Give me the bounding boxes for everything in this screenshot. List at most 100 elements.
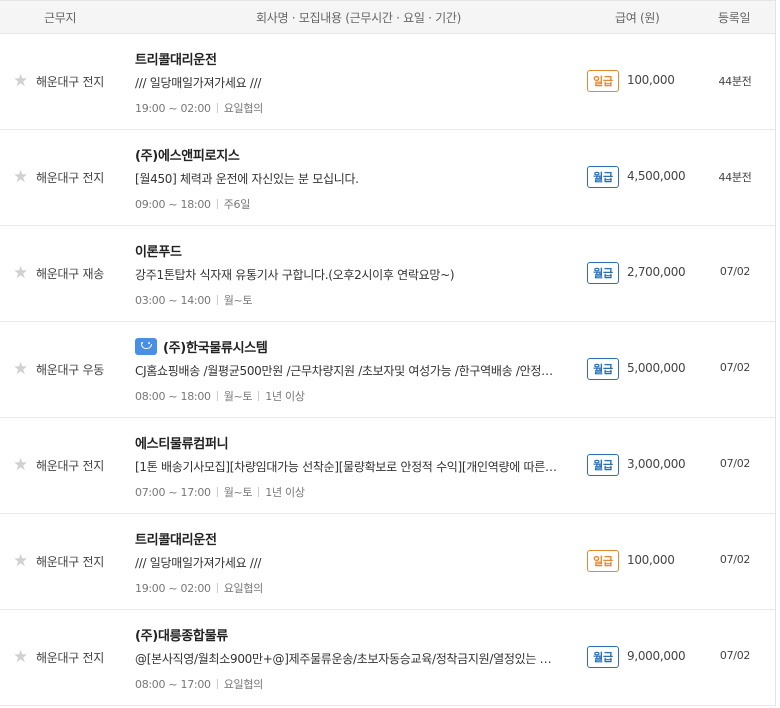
- meta-divider: [216, 103, 218, 113]
- star-icon[interactable]: ★: [13, 73, 30, 90]
- posted-date: 44분전: [718, 75, 752, 88]
- meta-divider: [216, 295, 218, 305]
- star-icon[interactable]: ★: [13, 649, 30, 666]
- work-period: 1년 이상: [265, 390, 305, 403]
- pay-amount: 4,500,000: [627, 169, 686, 183]
- pay-amount: 3,000,000: [627, 457, 686, 471]
- posted-date: 07/02: [719, 265, 751, 278]
- job-meta: 07:00 ~ 17:00 월~토 1년 이상: [135, 484, 305, 500]
- company-name[interactable]: 에스티물류컴퍼니: [135, 433, 229, 452]
- pay-type-badge: 월급: [587, 358, 619, 380]
- meta-divider: [216, 679, 218, 689]
- work-days: 요일협의: [223, 102, 264, 115]
- work-time: 03:00 ~ 14:00: [135, 293, 211, 307]
- company-name[interactable]: 트리콜대리운전: [135, 529, 217, 548]
- table-row[interactable]: ★ 해운대구 전지 (주)대릉종합물류 @[본사직영/월최소900만+@]제주물류운송…: [0, 610, 775, 706]
- company-line: 이론푸드: [135, 240, 182, 260]
- job-list-table: 근무지 회사명 · 모집내용 (근무시간 · 요일 · 기간) 급여 (원) 등…: [0, 0, 776, 706]
- job-title[interactable]: @[본사직영/월최소900만+@]제주물류운송/초보자동승교육/정착금지원/열정…: [135, 650, 560, 667]
- table-row[interactable]: ★ 해운대구 전지 트리콜대리운전 /// 일당매일가져가세요 /// 19:00 ~ …: [0, 34, 775, 130]
- work-days: 월~토: [223, 390, 253, 403]
- company-line: (주)에스앤피로지스: [135, 144, 240, 164]
- posted-date: 07/02: [719, 361, 751, 374]
- job-rows: ★ 해운대구 전지 트리콜대리운전/// 일당매일가져가세요 ///19:00 ~ …: [0, 34, 775, 706]
- pay-amount: 9,000,000: [627, 649, 686, 663]
- posted-date: 07/02: [719, 553, 751, 566]
- location-text: 해운대구 전지: [36, 459, 104, 473]
- company-name[interactable]: (주)에스앤피로지스: [135, 145, 240, 164]
- work-time: 08:00 ~ 17:00: [135, 677, 211, 691]
- work-time: 09:00 ~ 18:00: [135, 197, 211, 211]
- job-meta: 08:00 ~ 18:00 월~토 1년 이상: [135, 388, 305, 404]
- location-text: 해운대구 전지: [36, 651, 104, 665]
- company-line: 트리콜대리운전: [135, 48, 217, 68]
- meta-divider: [216, 391, 218, 401]
- company-line: 트리콜대리운전: [135, 528, 217, 548]
- table-row[interactable]: ★ 해운대구 재송 이론푸드강주1톤탑차 식자재 유통기사 구합니다.(오후2시이후…: [0, 226, 775, 322]
- company-name[interactable]: (주)한국물류시스템: [163, 337, 268, 356]
- pay-type-badge: 월급: [587, 646, 619, 668]
- table-row[interactable]: ★ 해운대구 우동 (주)한국물류시스템 CJ홈쇼핑배송 /월평균500만원 /근무차…: [0, 322, 775, 418]
- company-line: 에스티물류컴퍼니: [135, 432, 229, 452]
- pay-type-badge: 월급: [587, 454, 619, 476]
- job-meta: 19:00 ~ 02:00 요일협의: [135, 100, 263, 116]
- pay-amount: 100,000: [627, 73, 675, 87]
- smile-icon: [135, 337, 157, 355]
- work-days: 월~토: [223, 294, 253, 307]
- location-text: 해운대구 재송: [36, 267, 104, 281]
- job-title[interactable]: CJ홈쇼핑배송 /월평균500만원 /근무차량지원 /초보자및 여성가능 /한구…: [135, 362, 560, 379]
- star-icon[interactable]: ★: [13, 457, 30, 474]
- star-icon[interactable]: ★: [13, 169, 30, 186]
- company-line: (주)대릉종합물류: [135, 624, 228, 644]
- pay-type-badge: 일급: [587, 70, 619, 92]
- company-line: (주)한국물류시스템: [135, 336, 268, 356]
- work-time: 07:00 ~ 17:00: [135, 485, 211, 499]
- job-title[interactable]: [월450] 체력과 운전에 자신있는 분 모십니다.: [135, 170, 560, 187]
- pay-amount: 5,000,000: [627, 361, 686, 375]
- location-text: 해운대구 전지: [36, 171, 104, 185]
- pay-amount: 2,700,000: [627, 265, 686, 279]
- location-text: 해운대구 전지: [36, 75, 104, 89]
- posted-date: 07/02: [719, 457, 751, 470]
- header-company: 회사명 · 모집내용 (근무시간 · 요일 · 기간): [256, 11, 462, 25]
- job-title[interactable]: 강주1톤탑차 식자재 유통기사 구합니다.(오후2시이후 연락요망~): [135, 266, 560, 283]
- work-time: 19:00 ~ 02:00: [135, 101, 211, 115]
- work-time: 19:00 ~ 02:00: [135, 581, 211, 595]
- meta-divider: [216, 199, 218, 209]
- location-text: 해운대구 전지: [36, 555, 104, 569]
- pay-amount: 100,000: [627, 553, 675, 567]
- job-title[interactable]: [1톤 배송기사모집][차량임대가능 선착순][물량확보로 안정적 수익][개인…: [135, 458, 560, 475]
- table-header: 근무지 회사명 · 모집내용 (근무시간 · 요일 · 기간) 급여 (원) 등…: [0, 0, 775, 34]
- header-date: 등록일: [718, 11, 751, 25]
- pay-type-badge: 월급: [587, 262, 619, 284]
- header-location: 근무지: [44, 11, 77, 25]
- work-time: 08:00 ~ 18:00: [135, 389, 211, 403]
- meta-divider: [216, 487, 218, 497]
- location-text: 해운대구 우동: [36, 363, 104, 377]
- star-icon[interactable]: ★: [13, 265, 30, 282]
- star-icon[interactable]: ★: [13, 361, 30, 378]
- work-days: 요일협의: [223, 678, 264, 691]
- pay-type-badge: 일급: [587, 550, 619, 572]
- job-meta: 19:00 ~ 02:00 요일협의: [135, 580, 263, 596]
- job-title[interactable]: /// 일당매일가져가세요 ///: [135, 554, 560, 571]
- job-title[interactable]: /// 일당매일가져가세요 ///: [135, 74, 560, 91]
- meta-divider: [258, 487, 260, 497]
- table-row[interactable]: ★ 해운대구 전지 (주)에스앤피로지스 [월450] 체력과 운전에 자신있는 분 …: [0, 130, 775, 226]
- work-period: 1년 이상: [265, 486, 305, 499]
- table-row[interactable]: ★ 해운대구 전지 에스티물류컴퍼니 [1톤 배송기사모집][차량임대가능 선착순][…: [0, 418, 775, 514]
- work-days: 요일협의: [223, 582, 264, 595]
- star-icon[interactable]: ★: [13, 553, 30, 570]
- company-name[interactable]: (주)대릉종합물류: [135, 625, 228, 644]
- work-days: 월~토: [223, 486, 253, 499]
- pay-type-badge: 월급: [587, 166, 619, 188]
- header-pay: 급여 (원): [615, 11, 660, 25]
- work-days: 주6일: [223, 198, 251, 211]
- job-meta: 03:00 ~ 14:00 월~토: [135, 292, 253, 308]
- company-name[interactable]: 이론푸드: [135, 241, 182, 260]
- table-row[interactable]: ★ 해운대구 전지 트리콜대리운전 /// 일당매일가져가세요 /// 19:00 ~ …: [0, 514, 775, 610]
- meta-divider: [216, 583, 218, 593]
- posted-date: 07/02: [719, 649, 751, 662]
- posted-date: 44분전: [718, 171, 752, 184]
- company-name[interactable]: 트리콜대리운전: [135, 49, 217, 68]
